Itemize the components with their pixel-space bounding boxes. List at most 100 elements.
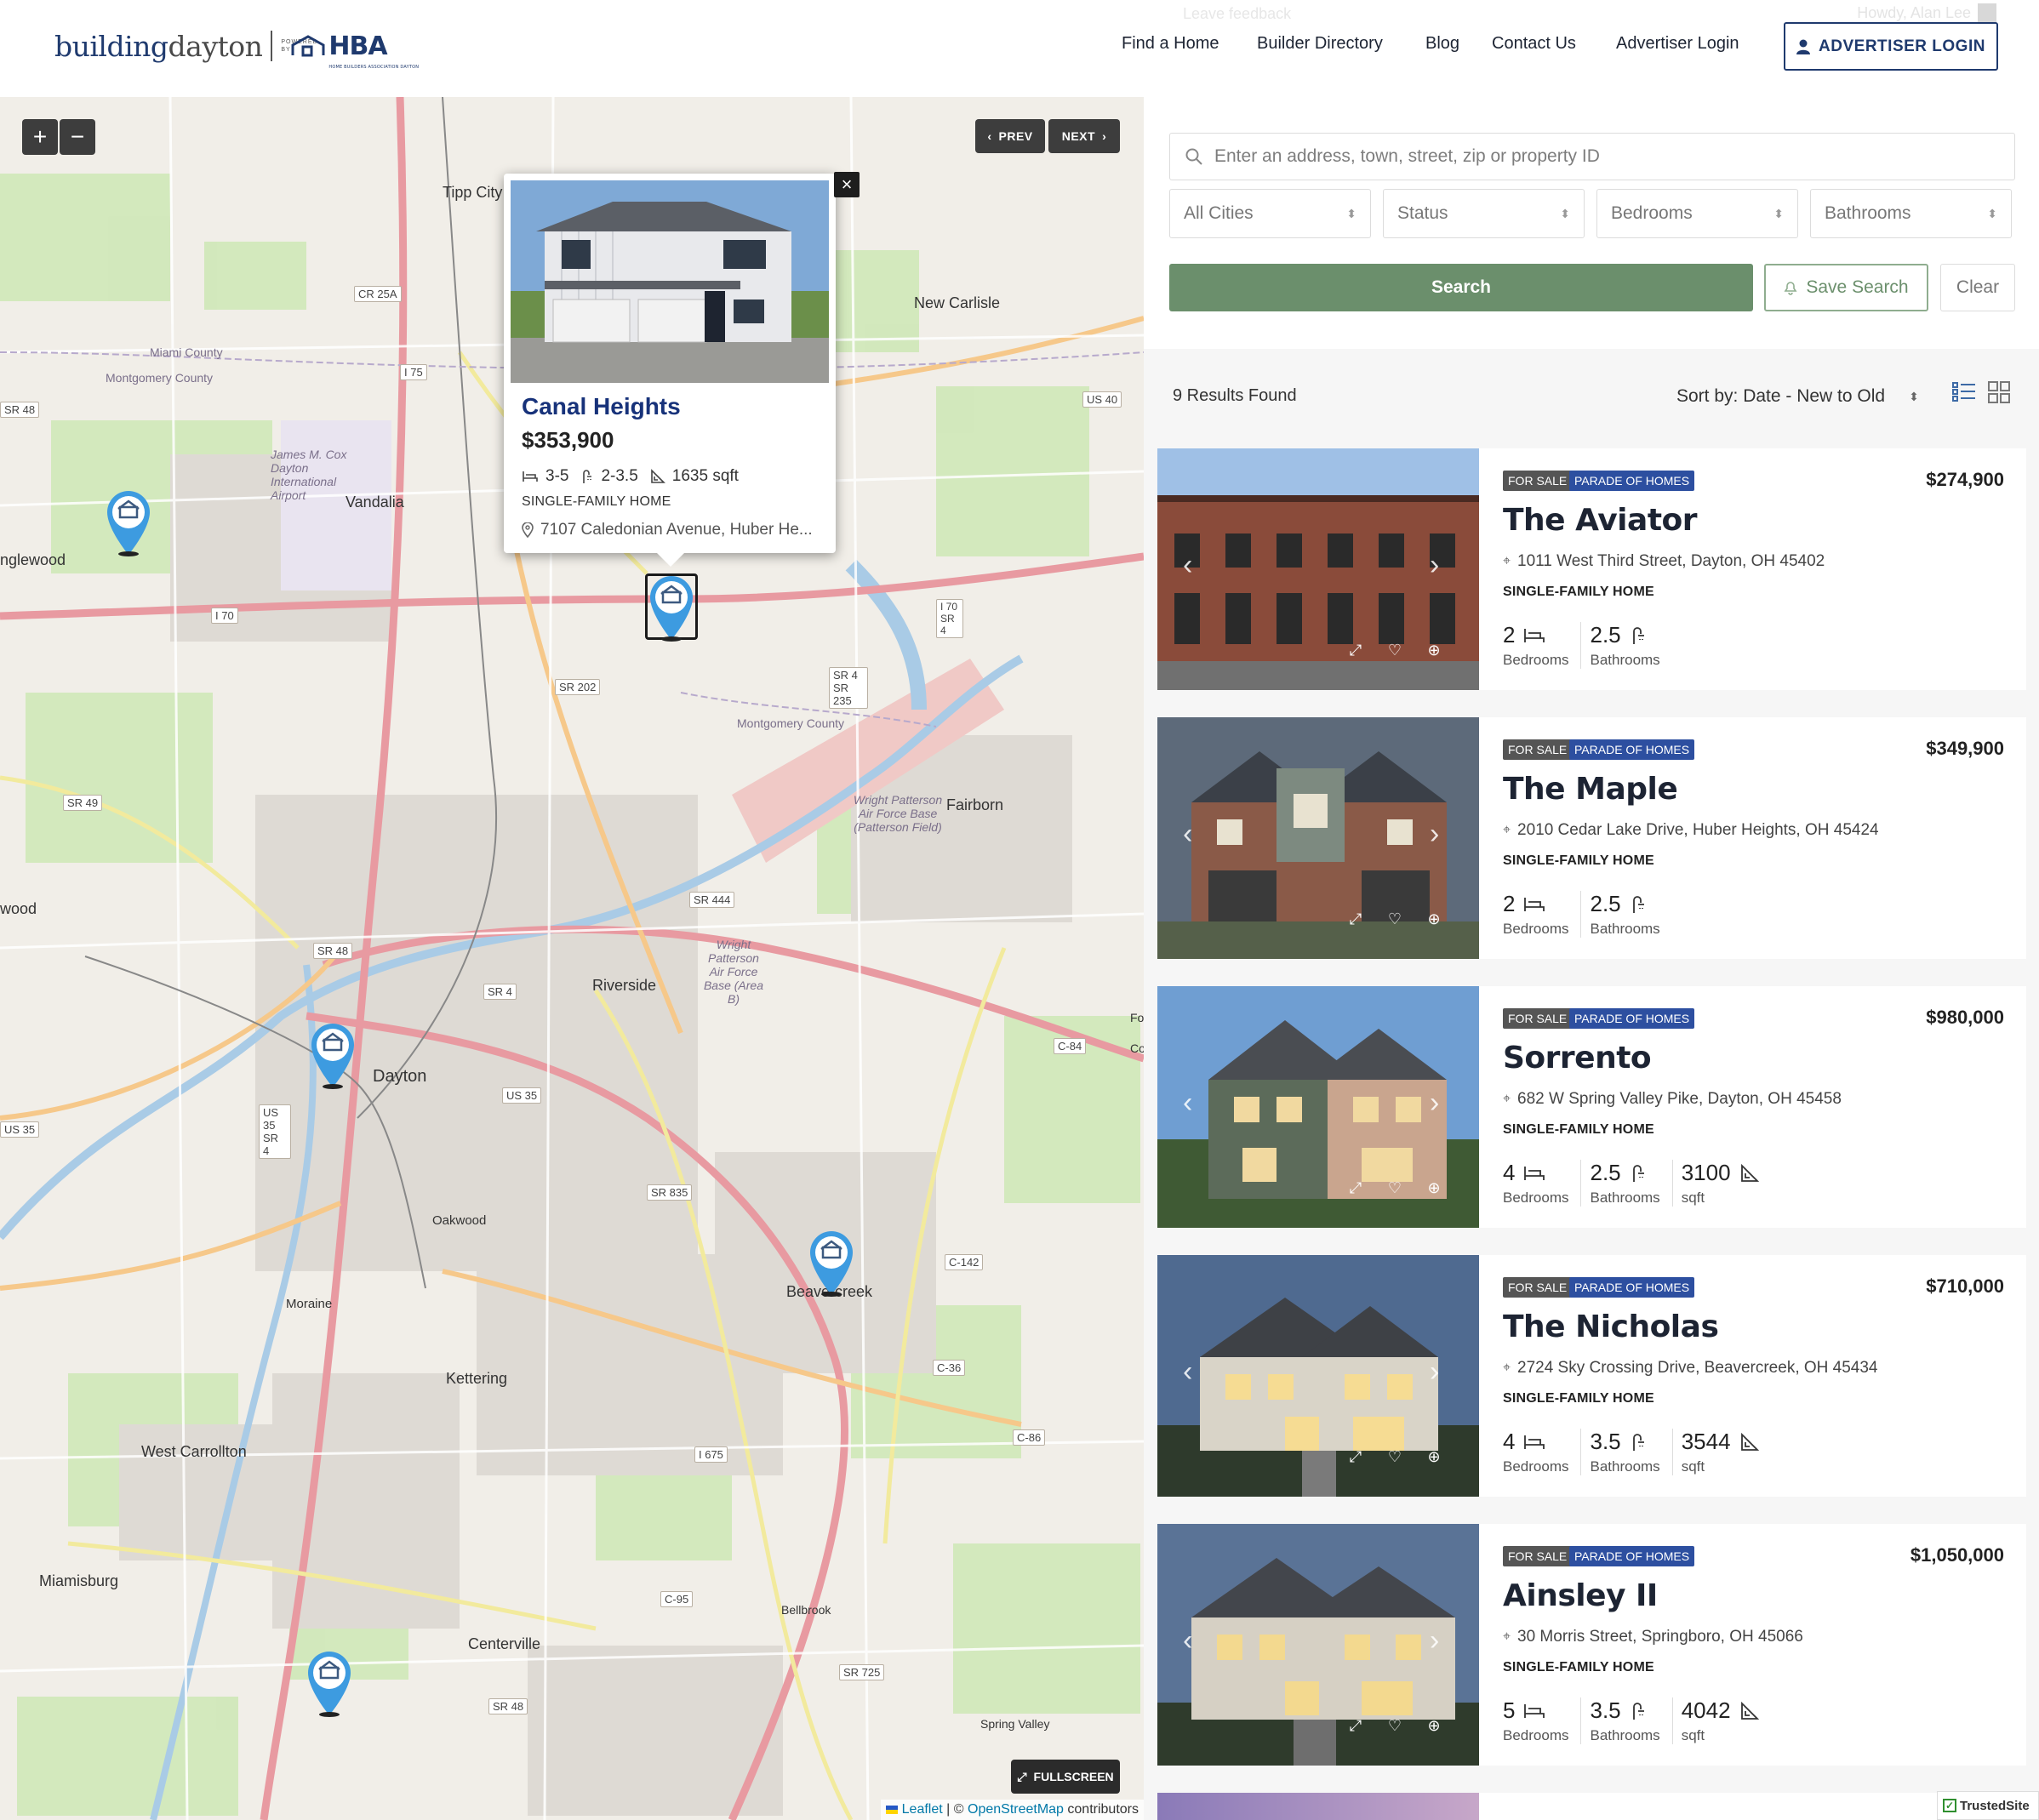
parade-badge: PARADE OF HOMES [1569, 739, 1695, 760]
image-prev-icon[interactable]: ‹ [1183, 1355, 1192, 1389]
search-input[interactable]: Enter an address, town, street, zip or p… [1169, 133, 2015, 180]
osm-link[interactable]: OpenStreetMap [968, 1802, 1064, 1817]
map-pin-icon: ⌖ [1503, 1092, 1511, 1106]
image-prev-icon[interactable]: ‹ [1183, 818, 1192, 851]
listing-title[interactable]: Ainsley II [1503, 1578, 1658, 1613]
image-next-icon[interactable]: › [1430, 1624, 1439, 1657]
sort-updown-icon: ⬍ [1909, 389, 1919, 403]
map-marker[interactable] [104, 488, 153, 556]
advertiser-login-button[interactable]: ADVERTISER LOGIN [1784, 22, 1998, 71]
image-prev-icon[interactable]: ‹ [1183, 549, 1192, 582]
heart-icon[interactable]: ♡ [1385, 1447, 1404, 1466]
listing-image[interactable] [1157, 1793, 1479, 1820]
search-icon [1185, 148, 1202, 165]
bedrooms-label: Bedrooms [1503, 1727, 1569, 1743]
nav-builder-directory[interactable]: Builder Directory [1257, 34, 1383, 54]
listing-card[interactable]: ‹ › ⤢ ♡ ⊕ FOR SALE PARADE OF HOMES $710,00… [1157, 1255, 2026, 1497]
nav-advertiser-login[interactable]: Advertiser Login [1616, 34, 1739, 54]
listing-image[interactable]: ‹ › ⤢ ♡ ⊕ [1157, 1255, 1479, 1497]
expand-icon[interactable]: ⤢ [1346, 1178, 1365, 1197]
image-next-icon[interactable]: › [1430, 549, 1439, 582]
listing-card[interactable]: ‹ › ⤢ ♡ ⊕ FOR SALE PARADE OF HOMES $274,90… [1157, 448, 2026, 690]
fullscreen-button[interactable]: ⤢ FULLSCREEN [1011, 1760, 1120, 1794]
popup-close-button[interactable]: × [834, 172, 860, 197]
image-prev-icon[interactable]: ‹ [1183, 1624, 1192, 1657]
bedrooms-select[interactable]: Bedrooms ⬍ [1596, 189, 1798, 238]
nav-contact-us[interactable]: Contact Us [1492, 34, 1576, 54]
listing-address: ⌖ 2724 Sky Crossing Drive, Beavercreek, O… [1503, 1359, 1878, 1378]
image-tools: ⤢ ♡ ⊕ [1346, 1716, 1443, 1735]
listing-card[interactable]: ‹ › ⤢ ♡ ⊕ FOR SALE PARADE OF HOMES $980,00… [1157, 986, 2026, 1228]
map-marker[interactable] [305, 1649, 354, 1717]
plus-circle-icon[interactable]: ⊕ [1425, 1716, 1443, 1735]
map-marker[interactable] [308, 1021, 357, 1089]
clear-button[interactable]: Clear [1940, 264, 2015, 311]
listing-image[interactable]: ‹ › ⤢ ♡ ⊕ [1157, 986, 1479, 1228]
listing-title[interactable]: Sorrento [1503, 1041, 1652, 1075]
save-search-button[interactable]: Save Search [1764, 264, 1928, 311]
user-greeting[interactable]: Howdy, Alan Lee [1857, 3, 1996, 22]
prev-button[interactable]: ‹ PREV [975, 119, 1045, 153]
expand-icon[interactable]: ⤢ [1346, 910, 1365, 928]
heart-icon[interactable]: ♡ [1385, 910, 1404, 928]
listing-card[interactable]: ‹ › ⤢ ♡ ⊕ FOR SALE PARADE OF HOMES $1,050,… [1157, 1524, 2026, 1766]
plus-circle-icon[interactable]: ⊕ [1425, 1447, 1443, 1466]
plus-circle-icon[interactable]: ⊕ [1425, 910, 1443, 928]
image-next-icon[interactable]: › [1430, 1355, 1439, 1389]
map-label-spring-valley: Spring Valley [980, 1717, 1050, 1731]
list-view-icon[interactable] [1952, 381, 1976, 403]
map-marker[interactable] [807, 1229, 856, 1297]
listing-address: ⌖ 1011 West Third Street, Dayton, OH 4540… [1503, 552, 1825, 571]
map-label-fo: Fo [1130, 1011, 1144, 1024]
listing-price: $1,050,000 [1910, 1544, 2004, 1566]
cities-select[interactable]: All Cities ⬍ [1169, 189, 1371, 238]
search-button[interactable]: Search [1169, 264, 1753, 311]
nav-blog[interactable]: Blog [1425, 34, 1459, 54]
map-label-dayton: Dayton [373, 1067, 427, 1086]
sort-updown-icon: ⬍ [1987, 206, 1997, 220]
listing-image[interactable]: ‹ › ⤢ ♡ ⊕ [1157, 1524, 1479, 1766]
heart-icon[interactable]: ♡ [1385, 1178, 1404, 1197]
listing-image[interactable]: ‹ › ⤢ ♡ ⊕ [1157, 448, 1479, 690]
listing-price: $710,000 [1926, 1275, 2004, 1297]
road-shield: I 70 SR 4 [936, 599, 963, 638]
map[interactable]: Tipp City New Carlisle Miami County Mont… [0, 97, 1144, 1820]
grid-view-icon[interactable] [1988, 381, 2010, 403]
plus-circle-icon[interactable]: ⊕ [1425, 641, 1443, 659]
listing-title[interactable]: The Nicholas [1503, 1309, 1719, 1344]
leave-feedback-link[interactable]: Leave feedback [1183, 5, 1291, 23]
bathrooms-select[interactable]: Bathrooms ⬍ [1810, 189, 2012, 238]
bedrooms-value: Bedrooms [1611, 203, 1693, 223]
status-select[interactable]: Status ⬍ [1383, 189, 1585, 238]
next-button[interactable]: NEXT › [1048, 119, 1120, 153]
sort-select[interactable]: Sort by: Date - New to Old ⬍ [1676, 386, 1919, 407]
howdy-text: Howdy, Alan Lee [1857, 3, 1971, 21]
popup-house-image[interactable] [511, 180, 829, 383]
listing-image[interactable]: ‹ › ⤢ ♡ ⊕ [1157, 717, 1479, 959]
expand-icon[interactable]: ⤢ [1346, 1716, 1365, 1735]
road-shield: SR 4 [483, 984, 517, 1000]
heart-icon[interactable]: ♡ [1385, 1716, 1404, 1735]
map-pin-icon: ⌖ [1503, 823, 1511, 837]
zoom-out-button[interactable]: − [60, 119, 95, 155]
nav-find-a-home[interactable]: Find a Home [1122, 34, 1219, 54]
site-logo[interactable]: buildingdayton POWERED BY HBA HOME BUILD… [54, 27, 419, 70]
heart-icon[interactable]: ♡ [1385, 641, 1404, 659]
image-next-icon[interactable]: › [1430, 818, 1439, 851]
site-header: buildingdayton POWERED BY HBA HOME BUILD… [0, 0, 2039, 97]
trustedsite-badge[interactable]: ✓ TrustedSite [1937, 1791, 2039, 1820]
image-next-icon[interactable]: › [1430, 1087, 1439, 1120]
popup-title[interactable]: Canal Heights [522, 393, 681, 420]
listing-title[interactable]: The Aviator [1503, 503, 1698, 538]
listing-card-partial[interactable] [1157, 1793, 2026, 1820]
listing-title[interactable]: The Maple [1503, 772, 1678, 807]
listing-card[interactable]: ‹ › ⤢ ♡ ⊕ FOR SALE PARADE OF HOMES $349,90… [1157, 717, 2026, 959]
expand-icon[interactable]: ⤢ [1346, 641, 1365, 659]
plus-circle-icon[interactable]: ⊕ [1425, 1178, 1443, 1197]
image-prev-icon[interactable]: ‹ [1183, 1087, 1192, 1120]
map-marker-selected[interactable] [647, 573, 696, 642]
leaflet-link[interactable]: Leaflet [902, 1802, 943, 1817]
zoom-in-button[interactable]: + [22, 119, 58, 155]
for-sale-badge: FOR SALE [1503, 1008, 1573, 1029]
expand-icon[interactable]: ⤢ [1346, 1447, 1365, 1466]
